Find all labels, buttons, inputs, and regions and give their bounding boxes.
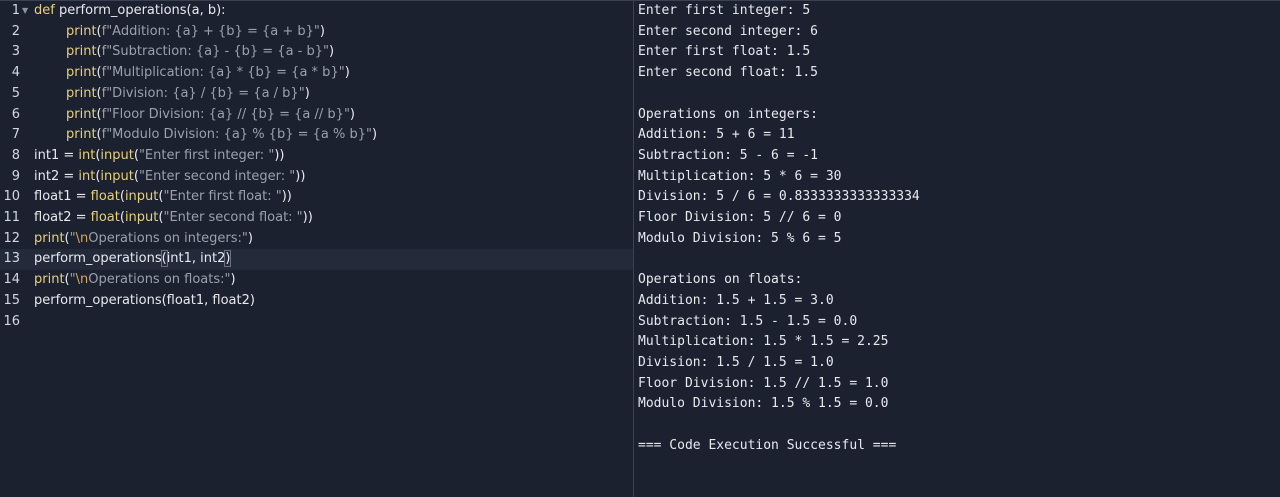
output-line: Modulo Division: 1.5 % 1.5 = 0.0 — [638, 396, 889, 412]
line-number: 3 — [11, 44, 20, 60]
output-line: Addition: 1.5 + 1.5 = 3.0 — [638, 292, 834, 308]
output-line: Modulo Division: 5 % 6 = 5 — [638, 230, 842, 246]
output-line: Multiplication: 1.5 * 1.5 = 2.25 — [638, 334, 889, 350]
line-number: 12 — [3, 230, 20, 246]
code-line[interactable]: 6 print(f"Floor Division: {a} // {b} = {… — [0, 105, 633, 126]
line-number: 7 — [11, 127, 20, 143]
output-line: Enter first float: 1.5 — [638, 44, 811, 60]
code-text[interactable]: print(f"Subtraction: {a} - {b} = {a - b}… — [66, 42, 334, 63]
code-line[interactable]: 4 print(f"Multiplication: {a} * {b} = {a… — [0, 63, 633, 84]
matching-bracket: ) — [224, 250, 232, 268]
line-number: 14 — [3, 272, 20, 288]
output-line: Subtraction: 5 - 6 = -1 — [638, 147, 819, 163]
code-line[interactable]: 12 print("\nOperations on integers:") — [0, 229, 633, 250]
output-line: Operations on floats: — [638, 272, 803, 288]
line-number: 5 — [11, 85, 20, 101]
keyword: def — [34, 3, 55, 18]
code-text[interactable]: print(f"Multiplication: {a} * {b} = {a *… — [66, 63, 350, 84]
fold-toggle-icon[interactable]: ▼ — [22, 1, 28, 22]
line-number: 8 — [11, 147, 20, 163]
code-line[interactable]: 2 print(f"Addition: {a} + {b} = {a + b}"… — [0, 22, 633, 43]
code-text[interactable]: float2 = float(input("Enter second float… — [34, 208, 313, 229]
output-line: Multiplication: 5 * 6 = 30 — [638, 168, 842, 184]
line-number: 15 — [3, 292, 20, 308]
line-number: 9 — [11, 168, 20, 184]
output-console: Enter first integer: 5 Enter second inte… — [634, 1, 1280, 497]
output-line: Enter second float: 1.5 — [638, 65, 819, 81]
code-text[interactable]: perform_operations(float1, float2) — [34, 291, 255, 312]
code-line[interactable]: 10 float1 = float(input("Enter first flo… — [0, 187, 633, 208]
code-text[interactable]: print(f"Division: {a} / {b} = {a / b}") — [66, 84, 310, 105]
code-line[interactable]: 14 print("\nOperations on floats:") — [0, 270, 633, 291]
code-text[interactable]: perform_operations(int1, int2) — [34, 249, 232, 270]
code-text[interactable]: float1 = float(input("Enter first float:… — [34, 187, 292, 208]
output-line: Enter second integer: 6 — [638, 23, 819, 39]
code-text[interactable]: print(f"Addition: {a} + {b} = {a + b}") — [66, 22, 325, 43]
line-number: 6 — [11, 106, 20, 122]
output-line: Division: 1.5 / 1.5 = 1.0 — [638, 354, 834, 370]
line-number: 4 — [11, 65, 20, 81]
line-number: 13 — [3, 251, 20, 267]
line-number: 1 — [11, 3, 20, 18]
code-line[interactable]: 3 print(f"Subtraction: {a} - {b} = {a - … — [0, 42, 633, 63]
output-line: Enter first integer: 5 — [638, 3, 811, 18]
code-text[interactable]: int2 = int(input("Enter second integer: … — [34, 167, 305, 188]
line-number: 10 — [3, 189, 20, 205]
code-text[interactable]: print("\nOperations on integers:") — [34, 229, 253, 250]
code-line[interactable]: 1 ▼ def perform_operations(a, b): — [0, 1, 633, 22]
code-text[interactable]: print("\nOperations on floats:") — [34, 270, 236, 291]
code-text[interactable]: print(f"Modulo Division: {a} % {b} = {a … — [66, 125, 377, 146]
code-line[interactable]: 15 perform_operations(float1, float2) — [0, 291, 633, 312]
code-line[interactable]: 11 float2 = float(input("Enter second fl… — [0, 208, 633, 229]
line-number: 16 — [3, 313, 20, 329]
code-line-active[interactable]: 13 perform_operations(int1, int2) — [0, 249, 633, 271]
code-text[interactable]: def perform_operations(a, b): — [34, 1, 226, 22]
output-line: Subtraction: 1.5 - 1.5 = 0.0 — [638, 313, 858, 329]
output-line: Addition: 5 + 6 = 11 — [638, 127, 795, 143]
code-text[interactable]: int1 = int(input("Enter first integer: "… — [34, 146, 284, 167]
line-number: 2 — [11, 23, 20, 39]
execution-status: === Code Execution Successful === — [638, 437, 897, 453]
app-root: 1 ▼ def perform_operations(a, b): 2 prin… — [0, 0, 1280, 497]
output-line: Floor Division: 5 // 6 = 0 — [638, 210, 842, 225]
code-line[interactable]: 16 — [0, 312, 633, 333]
output-line: Division: 5 / 6 = 0.8333333333333334 — [638, 189, 920, 205]
code-line[interactable]: 7 print(f"Modulo Division: {a} % {b} = {… — [0, 125, 633, 146]
code-editor[interactable]: 1 ▼ def perform_operations(a, b): 2 prin… — [0, 1, 633, 497]
code-line[interactable]: 9 int2 = int(input("Enter second integer… — [0, 167, 633, 188]
output-line: Floor Division: 1.5 // 1.5 = 1.0 — [638, 375, 889, 391]
code-line[interactable]: 8 int1 = int(input("Enter first integer:… — [0, 146, 633, 167]
code-line[interactable]: 5 print(f"Division: {a} / {b} = {a / b}"… — [0, 84, 633, 105]
output-line: Operations on integers: — [638, 106, 819, 122]
code-text[interactable]: print(f"Floor Division: {a} // {b} = {a … — [66, 105, 355, 126]
line-number: 11 — [3, 210, 20, 225]
